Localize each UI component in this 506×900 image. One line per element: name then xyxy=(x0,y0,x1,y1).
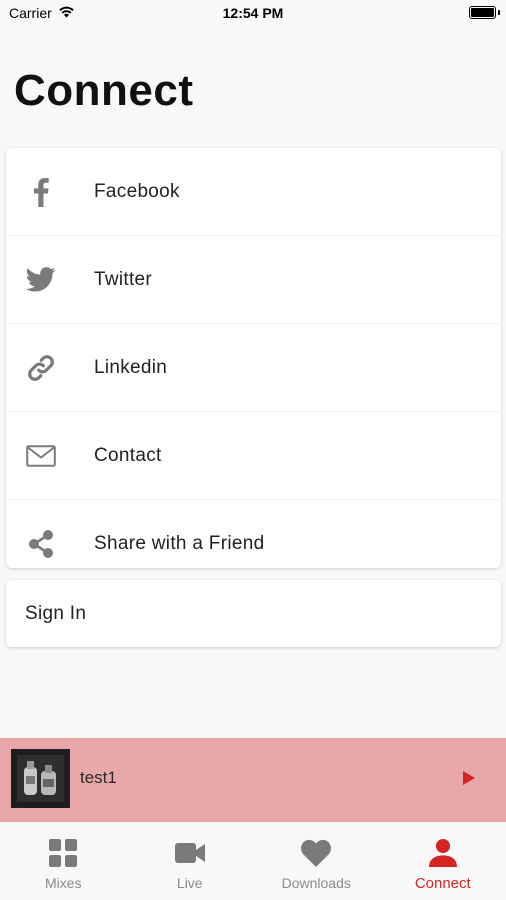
envelope-icon xyxy=(24,439,58,473)
facebook-icon xyxy=(24,175,58,209)
link-icon xyxy=(24,351,58,385)
tab-label: Downloads xyxy=(281,875,351,891)
battery-icon xyxy=(469,6,496,19)
menu-item-label: Share with a Friend xyxy=(94,533,265,554)
menu-item-contact[interactable]: Contact xyxy=(6,412,501,500)
menu-item-share[interactable]: Share with a Friend xyxy=(6,500,501,588)
track-title: test1 xyxy=(80,768,117,787)
status-time: 12:54 PM xyxy=(222,5,284,21)
tab-label: Connect xyxy=(414,875,471,892)
mini-player[interactable]: test1 xyxy=(0,738,506,822)
heart-icon xyxy=(299,836,333,870)
menu-item-label: Twitter xyxy=(94,268,153,290)
tab-downloads[interactable]: Downloads xyxy=(253,822,380,900)
connect-menu: Facebook Twitter Linkedin Contact Share … xyxy=(6,148,501,568)
menu-item-linkedin[interactable]: Linkedin xyxy=(6,324,501,412)
status-bar: Carrier 12:54 PM xyxy=(0,0,506,28)
user-icon xyxy=(426,836,460,870)
share-icon xyxy=(24,527,58,561)
menu-item-label: Linkedin xyxy=(94,356,168,378)
menu-item-label: Contact xyxy=(94,444,162,466)
sign-in-button[interactable]: Sign In xyxy=(6,580,501,647)
connect-screen: Carrier 12:54 PM Connect Facebook Twitte… xyxy=(0,0,506,900)
tab-mixes[interactable]: Mixes xyxy=(0,822,127,900)
grid-icon xyxy=(46,836,80,870)
tab-connect[interactable]: Connect xyxy=(380,822,506,900)
twitter-icon xyxy=(24,263,58,297)
play-icon[interactable] xyxy=(456,766,480,790)
menu-item-facebook[interactable]: Facebook xyxy=(6,148,501,236)
battery-tip xyxy=(498,10,500,15)
menu-item-twitter[interactable]: Twitter xyxy=(6,236,501,324)
sign-in-label: Sign In xyxy=(25,602,87,624)
tab-label: Live xyxy=(176,875,203,891)
page-title: Connect xyxy=(14,66,194,115)
tab-label: Mixes xyxy=(44,875,82,891)
tab-live[interactable]: Live xyxy=(127,822,254,900)
menu-item-label: Facebook xyxy=(94,180,180,202)
tab-bar: Mixes Live Downloads Connect xyxy=(0,822,506,900)
video-camera-icon xyxy=(173,836,207,870)
album-art xyxy=(11,749,70,808)
